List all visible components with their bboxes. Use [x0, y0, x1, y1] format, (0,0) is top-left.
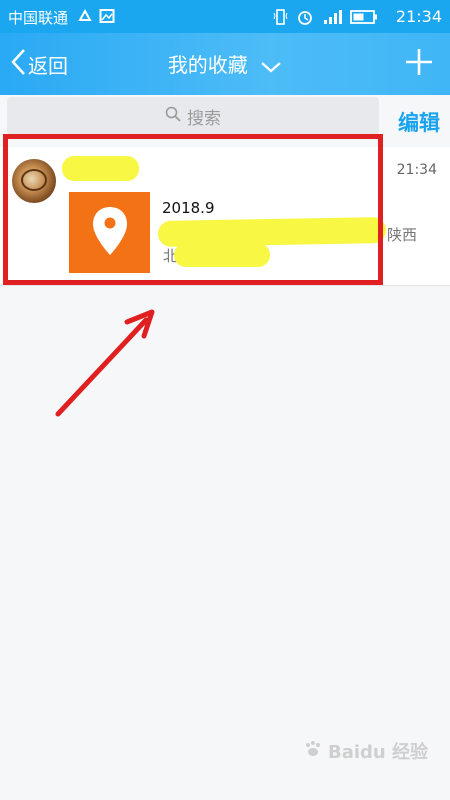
annotation-arrow [55, 309, 155, 417]
watermark: Baidu 经验 [304, 738, 428, 764]
watermark-text: Baidu 经验 [327, 742, 428, 763]
paw-icon [304, 741, 328, 763]
